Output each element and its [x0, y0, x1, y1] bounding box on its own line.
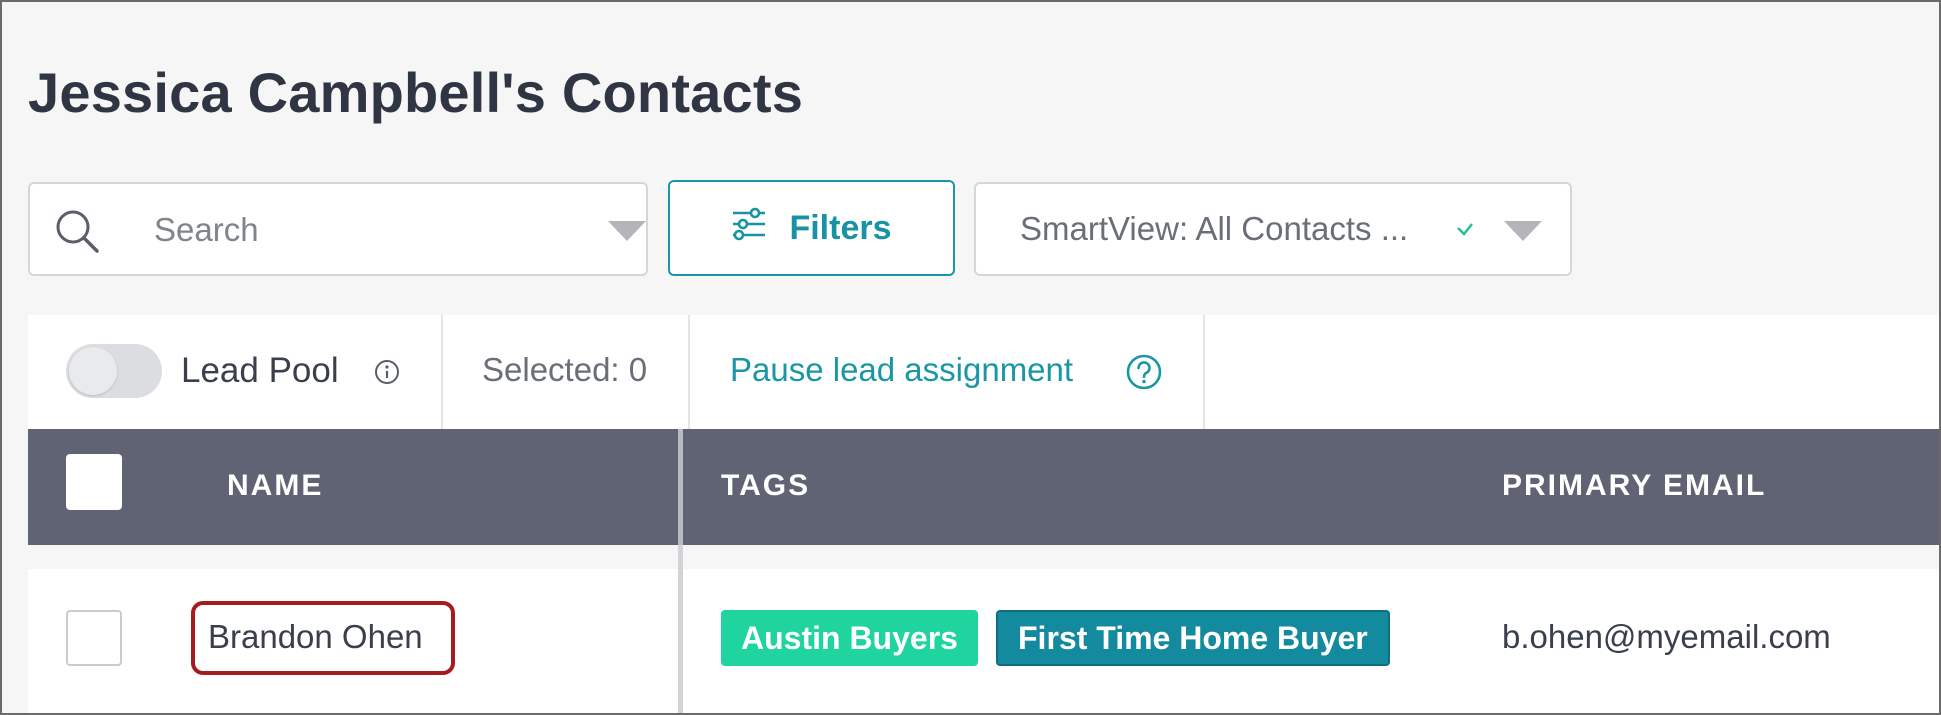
- contacts-toolbar: Lead Pool Selected: 0 Pause lead assignm…: [28, 315, 1941, 429]
- filters-label: Filters: [789, 208, 892, 247]
- lead-pool-toggle[interactable]: [66, 344, 162, 398]
- chevron-down-icon[interactable]: [608, 221, 646, 248]
- help-icon[interactable]: [1125, 353, 1163, 396]
- search-icon: [54, 208, 100, 259]
- table-header: NAME TAGS PRIMARY EMAIL: [28, 429, 1941, 545]
- tag-badge[interactable]: Austin Buyers: [721, 610, 978, 666]
- column-resize-handle[interactable]: [678, 429, 683, 545]
- chevron-down-icon[interactable]: [1504, 221, 1542, 248]
- lead-pool-label: Lead Pool: [181, 351, 339, 390]
- column-header-name[interactable]: NAME: [227, 469, 323, 503]
- toggle-knob: [69, 347, 117, 395]
- column-divider: [678, 545, 683, 715]
- search-input[interactable]: [154, 204, 574, 256]
- toolbar-divider: [688, 315, 690, 429]
- column-header-primary-email[interactable]: PRIMARY EMAIL: [1502, 469, 1766, 503]
- sliders-icon: [731, 207, 767, 250]
- info-icon[interactable]: [374, 359, 400, 390]
- contact-name-link[interactable]: Brandon Ohen: [208, 618, 423, 656]
- smartview-label: SmartView: All Contacts ...: [1020, 210, 1409, 247]
- toolbar-divider: [1203, 315, 1205, 429]
- page-title: Jessica Campbell's Contacts: [28, 61, 804, 124]
- tag-badge[interactable]: First Time Home Buyer: [996, 610, 1390, 666]
- toolbar-divider: [441, 315, 443, 429]
- row-checkbox[interactable]: [66, 610, 122, 666]
- check-icon: [1456, 222, 1474, 241]
- table-row[interactable]: Brandon Ohen Austin Buyers First Time Ho…: [28, 545, 1941, 715]
- primary-email: b.ohen@myemail.com: [1502, 618, 1831, 655]
- smartview-select[interactable]: SmartView: All Contacts ...: [974, 182, 1572, 276]
- search-box[interactable]: [28, 182, 648, 276]
- selected-count: Selected: 0: [482, 351, 648, 388]
- filters-button[interactable]: Filters: [668, 180, 955, 276]
- pause-lead-assignment-link[interactable]: Pause lead assignment: [730, 351, 1073, 389]
- column-header-tags[interactable]: TAGS: [721, 469, 810, 503]
- select-all-checkbox[interactable]: [66, 454, 122, 510]
